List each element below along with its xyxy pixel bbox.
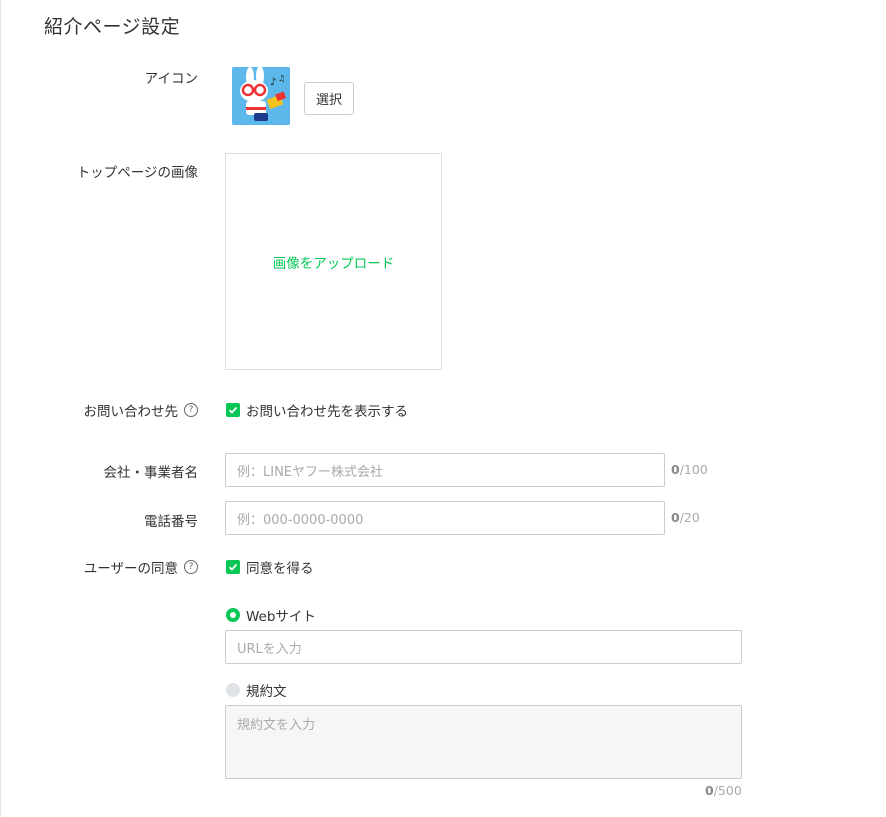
icon-label-text: アイコン <box>144 71 198 87</box>
terms-count: 0 <box>705 783 714 798</box>
svg-text:♫: ♫ <box>278 74 285 83</box>
phone-number-input[interactable]: 例：000-0000-0000 <box>225 501 665 535</box>
icon-label: アイコン <box>145 67 198 87</box>
url-input[interactable]: URLを入力 <box>225 630 742 664</box>
terms-max: /500 <box>713 783 742 798</box>
upload-image-link[interactable]: 画像をアップロード <box>273 252 395 272</box>
consent-label: ユーザーの同意 ? <box>84 557 198 577</box>
phone-label-text: 電話番号 <box>144 514 198 530</box>
terms-textarea[interactable]: 規約文を入力 <box>225 705 742 779</box>
terms-char-counter: 0/500 <box>705 783 742 798</box>
contact-label-text: お問い合わせ先 <box>83 404 179 420</box>
website-radio[interactable]: Webサイト <box>226 605 316 625</box>
radio-unselected-icon[interactable] <box>226 683 240 697</box>
company-count: 0 <box>671 462 680 477</box>
select-icon-button[interactable]: 選択 <box>304 82 354 115</box>
company-label-text: 会社・事業者名 <box>103 465 199 481</box>
contact-label: お問い合わせ先 ? <box>83 400 198 420</box>
show-contact-checkbox[interactable]: お問い合わせ先を表示する <box>226 400 408 420</box>
phone-char-counter: 0/20 <box>671 510 700 525</box>
checkbox-checked-icon[interactable] <box>226 403 240 417</box>
phone-label: 電話番号 <box>144 510 198 530</box>
help-icon[interactable]: ? <box>184 403 198 417</box>
checkbox-checked-icon[interactable] <box>226 560 240 574</box>
page-title: 紹介ページ設定 <box>44 16 181 38</box>
company-max: /100 <box>679 462 708 477</box>
terms-radio[interactable]: 規約文 <box>226 680 287 700</box>
top-image-label-text: トップページの画像 <box>76 165 198 181</box>
bunny-character-icon: ♪ ♫ <box>232 67 290 125</box>
help-icon[interactable]: ? <box>184 560 198 574</box>
company-label: 会社・事業者名 <box>104 461 199 481</box>
terms-radio-label: 規約文 <box>246 684 287 700</box>
top-image-label: トップページの画像 <box>77 161 198 181</box>
top-image-upload-area[interactable]: 画像をアップロード <box>225 153 442 370</box>
website-radio-label: Webサイト <box>246 609 316 625</box>
show-contact-checkbox-label: お問い合わせ先を表示する <box>246 404 408 420</box>
obtain-consent-checkbox[interactable]: 同意を得る <box>226 557 314 577</box>
company-char-counter: 0/100 <box>671 462 708 477</box>
svg-text:♪: ♪ <box>270 77 276 88</box>
obtain-consent-checkbox-label: 同意を得る <box>246 561 314 577</box>
company-name-input[interactable]: 例：LINEヤフー株式会社 <box>225 453 665 487</box>
radio-selected-icon[interactable] <box>226 608 240 622</box>
consent-label-text: ユーザーの同意 <box>83 561 178 577</box>
account-icon-image: ♪ ♫ <box>232 67 290 125</box>
phone-max: /20 <box>679 510 700 525</box>
phone-count: 0 <box>671 510 680 525</box>
